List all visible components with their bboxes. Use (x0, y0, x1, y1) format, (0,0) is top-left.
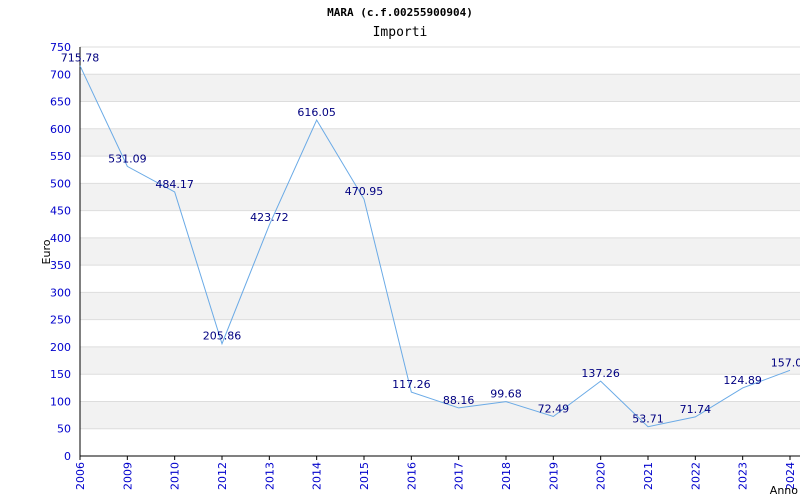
data-label: 53.71 (632, 413, 664, 426)
x-tick-label: 2009 (121, 462, 134, 490)
x-tick-label: 2012 (216, 462, 229, 490)
y-tick-label: 550 (50, 150, 71, 163)
x-tick-label: 2020 (595, 462, 608, 490)
y-tick-label: 0 (64, 450, 71, 463)
data-label: 88.16 (443, 394, 475, 407)
data-label: 484.17 (155, 178, 194, 191)
chart: MARA (c.f.00255900904) Importi 0 50 100 150… (0, 0, 800, 500)
x-tick-label: 2022 (689, 462, 702, 490)
data-label: 531.09 (108, 152, 147, 165)
x-tick-label: 2023 (737, 462, 750, 490)
y-tick-label: 650 (50, 96, 71, 109)
y-tick-label: 50 (57, 423, 71, 436)
y-tick-label: 350 (50, 259, 71, 272)
y-tick-label: 450 (50, 205, 71, 218)
data-label: 137.26 (581, 367, 620, 380)
grid-band (80, 237, 800, 266)
y-tick-label: 700 (50, 68, 71, 81)
x-tick-label: 2017 (453, 462, 466, 490)
data-label: 470.95 (345, 185, 384, 198)
y-tick-label: 250 (50, 314, 71, 327)
data-label: 205.86 (203, 330, 242, 343)
data-label: 715.78 (61, 52, 100, 65)
grid-band (80, 74, 800, 102)
data-label: 117.26 (392, 378, 431, 391)
data-label: 71.74 (680, 403, 712, 416)
grid-band (80, 346, 800, 375)
y-axis-label: Euro (40, 239, 53, 264)
data-label: 157.08 (771, 356, 800, 369)
y-tick-label: 400 (50, 232, 71, 245)
data-label: 423.72 (250, 211, 289, 224)
x-tick-label: 2006 (74, 462, 87, 490)
x-tick-label: 2014 (311, 462, 324, 490)
y-tick-label: 600 (50, 123, 71, 136)
y-tick-label: 100 (50, 395, 71, 408)
x-tick-label: 2021 (642, 462, 655, 490)
plot-area: 0 50 100 150 200 250 300 350 400 450 500 550 600 650 7… (40, 41, 800, 497)
x-tick-label: 2019 (547, 462, 560, 490)
y-tick-label: 500 (50, 177, 71, 190)
grid-band (80, 128, 800, 157)
data-label: 616.05 (297, 106, 336, 119)
x-tick-label: 2016 (405, 462, 418, 490)
data-label: 124.89 (723, 374, 762, 387)
grid-band (80, 292, 800, 320)
x-tick-label: 2018 (500, 462, 513, 490)
x-tick-label: 2010 (169, 462, 182, 490)
y-tick-label: 200 (50, 341, 71, 354)
data-label: 72.49 (538, 402, 570, 415)
y-tick-label: 300 (50, 286, 71, 299)
x-tick-label: 2013 (263, 462, 276, 490)
data-label: 99.68 (490, 388, 522, 401)
x-axis-label: Anno (770, 484, 798, 497)
x-tick-label: 2015 (358, 462, 371, 490)
y-tick-label: 150 (50, 368, 71, 381)
